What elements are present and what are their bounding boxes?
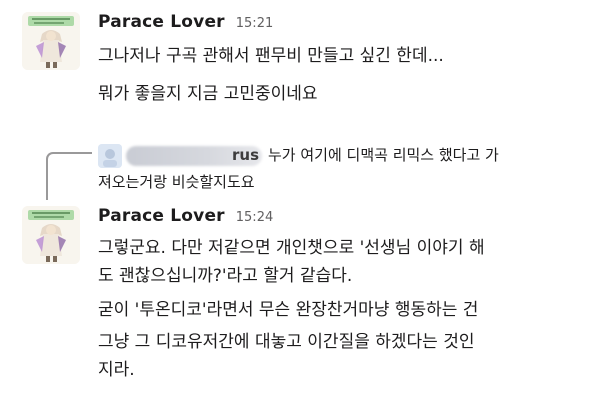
reply-avatar[interactable] [98,144,122,168]
timestamp[interactable]: 15:24 [236,210,273,225]
user-avatar-icon [22,206,80,264]
message-text: 그렇군요. 다만 저같으면 개인챗으로 '선생님 이야기 해 [98,238,485,258]
message-text: 그나저나 구곡 관해서 팬무비 만들고 싶긴 한데... [98,46,444,66]
reply-name-suffix[interactable]: rus [232,144,259,166]
user-avatar-icon [22,12,80,70]
message-header: Parace Lover 15:21 [98,12,273,38]
message-text: 도 괜찮으십니까?'라고 할거 같습다. [98,266,353,286]
message-text: 그냥 그 디코유저간에 대놓고 이간질을 하겠다는 것인 [98,332,475,352]
reply-text[interactable]: 누가 여기에 디맥곡 리믹스 했다고 가 [268,144,499,166]
reply-text[interactable]: 져오는거랑 비슷할지도요 [98,171,255,193]
reply-connector [46,152,92,200]
reply-avatar-icon [98,144,122,168]
username[interactable]: Parace Lover [98,12,225,32]
message-text: 굳이 '투온디코'라면서 무슨 완장찬거마냥 행동하는 건 [98,300,479,320]
timestamp[interactable]: 15:21 [236,16,273,31]
message-header: Parace Lover 15:24 [98,206,273,232]
message-text: 뭐가 좋을지 지금 고민중이네요 [98,84,318,104]
user-avatar[interactable] [22,12,80,70]
username[interactable]: Parace Lover [98,206,225,226]
message-text: 지라. [98,360,135,380]
user-avatar[interactable] [22,206,80,264]
